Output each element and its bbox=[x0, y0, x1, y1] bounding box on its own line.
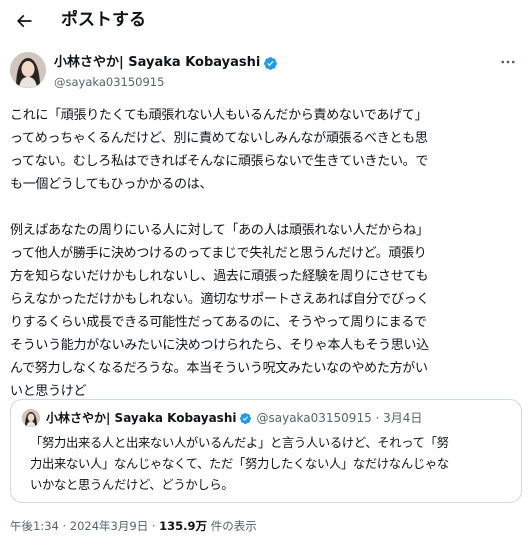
post-text: これに「頑張りたくても頑張れない人もいるんだから責めないであげて」 ってめっちゃ… bbox=[10, 104, 524, 403]
post-line: ってめっちゃくるんだけど、別に責めてないしみんなが頑張るべきとも思 bbox=[10, 131, 428, 146]
quote-line: いかなと思うんだけど、どうかしら。 bbox=[30, 478, 234, 492]
arrow-left-icon bbox=[16, 14, 32, 28]
more-horizontal-icon bbox=[501, 60, 515, 64]
quote-author-name: 小林さやか| Sayaka Kobayashi bbox=[46, 411, 237, 425]
avatar-image bbox=[10, 52, 46, 88]
post-timestamp[interactable]: 午後1:34 · 2024年3月9日 · bbox=[10, 519, 159, 533]
post-author: 小林さやか| Sayaka Kobayashi @sayaka03150915 bbox=[10, 52, 522, 100]
quote-line: 力出来ない人」なんじゃなくて、ただ「努力したくない人」なだけなんじゃな bbox=[30, 457, 449, 471]
post-line: らえなかっただけかもしれない。適切なサポートさえあれば自分でびっく bbox=[10, 292, 430, 307]
avatar-image bbox=[22, 409, 40, 427]
author-name[interactable]: 小林さやか| Sayaka Kobayashi bbox=[54, 54, 260, 72]
back-button[interactable] bbox=[10, 7, 38, 35]
quote-line: 「努力出来る人と出来ない人がいるんだよ」と言う人いるけど、それって「努 bbox=[30, 436, 449, 450]
verified-badge-icon bbox=[240, 412, 252, 424]
post-line: ってない。むしろ私はできればそんなに頑張らないで生きていきたい。で bbox=[10, 154, 429, 169]
quote-meta: @sayaka03150915 · 3月4日 bbox=[256, 411, 423, 425]
page-title: ポストする bbox=[61, 10, 146, 30]
view-count-suffix: 件の表示 bbox=[207, 519, 257, 533]
more-button[interactable] bbox=[496, 52, 520, 72]
avatar[interactable] bbox=[10, 52, 46, 88]
post-line: んで努力しなくなるだろうな。本当そういう呪文みたいなのやめた方がい bbox=[10, 361, 428, 376]
post-line: そういう能力がないみたいに決めつけられたら、そりゃ本人もそう思い込 bbox=[10, 338, 429, 353]
quote-avatar bbox=[22, 409, 40, 427]
verified-badge-icon bbox=[264, 56, 278, 70]
quote-text: 「努力出来る人と出来ない人がいるんだよ」と言う人いるけど、それって「努 力出来な… bbox=[30, 433, 518, 496]
post-line: りするくらい成長できる可能性だってあるのに、そうやって周りにまるで bbox=[10, 315, 427, 330]
post-line: これに「頑張りたくても頑張れない人もいるんだから責めないであげて」 bbox=[10, 108, 428, 123]
author-handle[interactable]: @sayaka03150915 bbox=[54, 74, 164, 90]
post-line: 例えばあなたの周りにいる人に対して「あの人は頑張れない人だからね」 bbox=[10, 223, 429, 238]
post-meta: 午後1:34 · 2024年3月9日 · 135.9万 件の表示 bbox=[10, 518, 257, 534]
top-bar: ポストする bbox=[0, 0, 532, 42]
post-line: って他人が勝手に決めつけるのってまじで失礼だと思うんだけど。頑張り bbox=[10, 246, 427, 261]
post-line: も一個どうしてもひっかかるのは、 bbox=[10, 177, 213, 192]
quoted-post[interactable]: 小林さやか| Sayaka Kobayashi @sayaka03150915 … bbox=[10, 399, 522, 503]
post-line: 方を知らないだけかもしれないし、過去に頑張った経験を周りにさせても bbox=[10, 269, 429, 284]
view-count: 135.9万 bbox=[159, 519, 208, 533]
